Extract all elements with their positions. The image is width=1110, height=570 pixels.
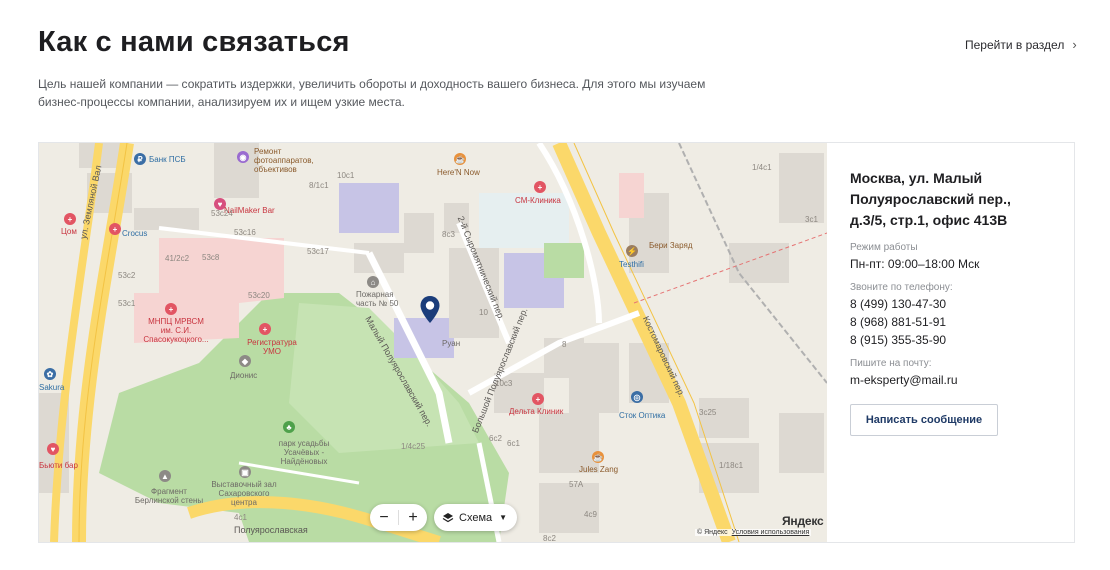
map[interactable]: ул. Земляной Вал Малый Полуярославский п… [39, 143, 827, 542]
monument-icon: ◆ [239, 355, 251, 367]
poi-park: парк усадьбы Усачёвых - Найдёновых [278, 439, 330, 466]
house-number: 53c17 [307, 247, 329, 256]
poi-vystavochny: Выставочный зал Сахаровского центра [211, 480, 277, 507]
house-number: 10 [479, 308, 488, 317]
registry-icon: + [259, 323, 271, 335]
write-message-button[interactable]: Написать сообщение [850, 404, 998, 436]
location-pin-icon[interactable] [419, 295, 441, 325]
house-number: 1/18c1 [719, 461, 744, 470]
house-number: 6c1 [507, 439, 520, 448]
house-number: 53c2 [118, 271, 136, 280]
gallery-icon: ▣ [239, 466, 251, 478]
delta-clinic-icon: + [532, 393, 544, 405]
go-to-section-label: Перейти в раздел [965, 37, 1065, 52]
intro-text: Цель нашей компании — сократить издержки… [38, 77, 706, 109]
poi-pozharnaya: Пожарная часть № 50 [356, 290, 399, 308]
yandex-logo: Яндекс [782, 514, 824, 528]
contacts-card: ул. Земляной Вал Малый Полуярославский п… [38, 142, 1075, 543]
house-number: 8c3 [442, 230, 455, 239]
house-number: 53c24 [211, 209, 233, 218]
poi-stok-optika: Сток Оптика [619, 411, 666, 420]
sakura-icon: ✿ [44, 368, 56, 380]
map-copyright: © Яндекс Условия использования [695, 529, 812, 536]
email-label: Пишите на почту: [850, 358, 932, 369]
cafe-icon: ☕ [454, 153, 466, 165]
house-number: 53c16 [234, 228, 256, 237]
house-number: 57A [569, 480, 584, 489]
chevron-right-icon: › [1072, 37, 1077, 52]
poi-here-n-now: Here'N Now [437, 168, 480, 177]
go-to-section-link[interactable]: Перейти в раздел › [965, 37, 1077, 52]
poi-delta-clinic: Дельта Клиник [509, 407, 564, 416]
camera-icon: ◉ [237, 151, 249, 163]
house-number: 8/1c1 [309, 181, 329, 190]
park-icon: ♣ [283, 421, 295, 433]
clinic-icon: + [534, 181, 546, 193]
house-number: 1/4c25 [401, 442, 426, 451]
poi-jules-zang: Jules Zang [579, 465, 619, 474]
wall-fragment-icon: ▲ [159, 470, 171, 482]
hours-label: Режим работы [850, 242, 918, 253]
phone-label: Звоните по телефону: [850, 282, 953, 293]
house-number: 3c25 [699, 408, 717, 417]
contact-info: Москва, ул. Малый Полуярославский пер., … [850, 143, 1074, 542]
poi-tsum: Цом [61, 227, 77, 236]
poi-testhifi: Testhifi [619, 260, 644, 269]
zoom-control: − + [370, 504, 427, 531]
house-number: 10c1 [337, 171, 355, 180]
poi-byuti-bar: Бьюти бар [39, 461, 78, 470]
email-link[interactable]: m-eksperty@mail.ru [850, 371, 958, 389]
battery-icon: ⚡ [626, 245, 638, 257]
house-number: 1/4c1 [752, 163, 772, 172]
fire-station-icon: ⌂ [367, 276, 379, 288]
house-number: 4c9 [584, 510, 597, 519]
poi-sm-clinic: СМ-Клиника [515, 196, 561, 205]
poi-ruan: Руан [442, 339, 461, 348]
house-number: 8 [562, 340, 567, 349]
house-number: 3c1 [805, 215, 818, 224]
poi-remont: Ремонт фотоаппаратов, объективов [254, 147, 314, 174]
hours-value: Пн-пт: 09:00–18:00 Мск [850, 257, 980, 271]
page-title: Как с нами связаться [38, 26, 350, 58]
poi-registratura: Регистратура УМО [247, 338, 297, 356]
house-number: 53c20 [248, 291, 270, 300]
house-number: 6c2 [489, 434, 502, 443]
house-number: 53c1 [118, 299, 136, 308]
street-polyaroslavskaya: Полуярославская [234, 525, 308, 535]
bank-icon: ₽ [134, 153, 146, 165]
poi-crocus: Crocus [122, 229, 148, 238]
layers-icon [442, 512, 454, 522]
store-icon: + [109, 223, 121, 235]
tsum-icon: + [64, 213, 76, 225]
poi-dionis: Дионис [230, 371, 258, 380]
zoom-in-button[interactable]: + [399, 504, 427, 531]
restaurant-icon: ☕ [592, 451, 604, 463]
phone-link-1[interactable]: 8 (499) 130-47-30 [850, 295, 946, 313]
poi-bank-psb: Банк ПСБ [149, 155, 186, 164]
map-layer-select[interactable]: Схема ▼ [434, 504, 518, 531]
poi-sakura: Sakura [39, 383, 65, 392]
house-number: 10c3 [495, 379, 513, 388]
house-number: 4c1 [234, 513, 247, 522]
poi-fragment: Фрагмент Берлинской стены [134, 487, 204, 505]
hospital-icon: + [165, 303, 177, 315]
zoom-out-button[interactable]: − [370, 504, 398, 531]
house-number: 8c2 [543, 534, 556, 542]
poi-mnpc: МНПЦ МРВСМ им. С.И. Спасокукоцкого... [143, 317, 209, 344]
caret-down-icon: ▼ [499, 513, 508, 522]
house-number: 41/2c2 [165, 254, 190, 263]
copyright-text: © Яндекс [697, 529, 728, 536]
house-number: 53c8 [202, 253, 220, 262]
office-address: Москва, ул. Малый Полуярославский пер., … [850, 170, 1011, 228]
beauty-icon: ♥ [47, 443, 59, 455]
map-layer-label: Схема [459, 511, 493, 524]
phone-link-2[interactable]: 8 (968) 881-51-91 [850, 313, 946, 331]
terms-link[interactable]: Условия использования [732, 529, 810, 536]
poi-beri-zaryad: Бери Заряд [649, 241, 693, 250]
optics-icon: ◎ [631, 391, 643, 403]
phone-link-3[interactable]: 8 (915) 355-35-90 [850, 331, 946, 349]
